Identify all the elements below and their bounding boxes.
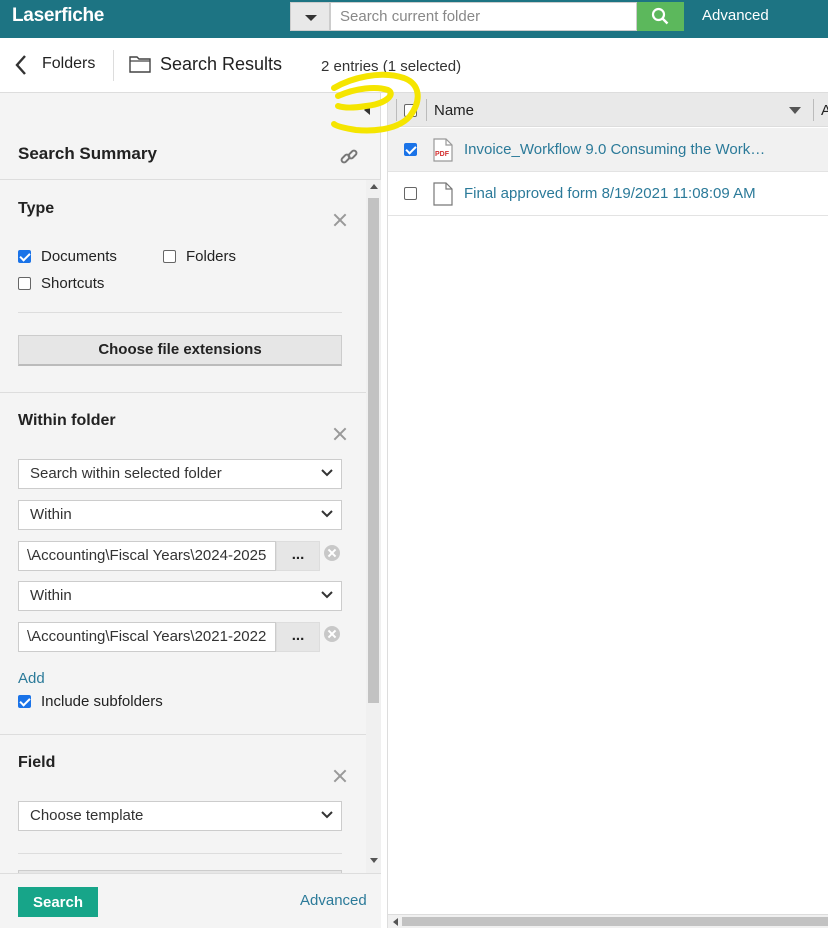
clear-icon[interactable]: [324, 545, 340, 561]
scroll-left-icon[interactable]: [393, 918, 398, 926]
add-folder-link[interactable]: Add: [18, 670, 45, 687]
condition-value: Within: [30, 506, 72, 523]
scroll-up-icon[interactable]: [370, 184, 378, 189]
laserfiche-logo[interactable]: Laserfiche: [12, 5, 104, 27]
search-button[interactable]: [637, 2, 684, 31]
summary-actions: Search Advanced: [0, 873, 381, 928]
column-divider: [813, 99, 814, 121]
type-section-title: Type: [18, 200, 55, 217]
link-icon[interactable]: [338, 146, 360, 168]
scroll-down-icon[interactable]: [370, 858, 378, 863]
page-title: Search Results: [160, 54, 283, 74]
select-all-checkbox[interactable]: [404, 104, 417, 117]
horizontal-scrollbar[interactable]: [388, 914, 828, 928]
condition-value: Within: [30, 587, 72, 604]
folders-checkbox[interactable]: [163, 250, 176, 263]
advanced-link[interactable]: Advanced: [300, 892, 367, 909]
chevron-down-icon: [321, 510, 333, 518]
close-icon[interactable]: [332, 212, 348, 228]
file-name-link[interactable]: Final approved form 8/19/2021 11:08:09 A…: [464, 185, 756, 202]
entries-count: 2 entries (1 selected): [321, 58, 462, 75]
include-subfolders-label: Include subfolders: [41, 693, 163, 710]
chevron-down-icon: [321, 591, 333, 599]
caret-down-icon: [305, 15, 317, 21]
search-input[interactable]: [330, 2, 637, 31]
results-grid: Name A PDF Invoice_Workflow 9.0 Consumin…: [387, 93, 828, 928]
table-row[interactable]: Final approved form 8/19/2021 11:08:09 A…: [388, 172, 828, 216]
row-checkbox[interactable]: [404, 187, 417, 200]
close-icon[interactable]: [332, 768, 348, 784]
documents-label: Documents: [41, 248, 117, 265]
shortcuts-checkbox[interactable]: [18, 277, 31, 290]
table-row[interactable]: PDF Invoice_Workflow 9.0 Consuming the W…: [388, 128, 828, 172]
name-column-header[interactable]: Name: [434, 102, 474, 119]
sort-icon[interactable]: [789, 107, 801, 114]
summary-title: Search Summary: [18, 144, 157, 163]
search-scope-dropdown[interactable]: [290, 2, 330, 31]
document-icon: [433, 182, 453, 206]
chevron-down-icon: [321, 811, 333, 819]
search-icon: [651, 7, 669, 25]
documents-checkbox[interactable]: [18, 250, 31, 263]
pdf-icon: PDF: [433, 138, 453, 162]
next-column-header[interactable]: A: [821, 102, 828, 119]
search-summary-panel: Search Summary Type Documents Folders Sh…: [0, 93, 381, 928]
svg-text:PDF: PDF: [435, 151, 450, 158]
within-condition-select[interactable]: Within: [18, 581, 342, 611]
advanced-search-link[interactable]: Advanced: [702, 7, 769, 24]
chevron-down-icon: [321, 469, 333, 477]
folder-path-input[interactable]: \Accounting\Fiscal Years\2021-2022: [18, 622, 276, 652]
section-divider: [0, 734, 366, 735]
breadcrumb: Folders Search Results 2 entries (1 sele…: [0, 38, 828, 93]
clear-icon[interactable]: [324, 626, 340, 642]
folder-icon: [129, 56, 151, 73]
summary-scroll-area[interactable]: Type Documents Folders Shortcuts Choose …: [0, 180, 366, 873]
template-value: Choose template: [30, 807, 144, 824]
scrollbar-thumb[interactable]: [368, 198, 379, 703]
folder-scope-select[interactable]: Search within selected folder: [18, 459, 342, 489]
template-select[interactable]: Choose template: [18, 801, 342, 831]
browse-button[interactable]: ...: [276, 541, 320, 571]
divider: [18, 853, 342, 854]
run-search-button[interactable]: Search: [18, 887, 98, 917]
folder-path-input[interactable]: \Accounting\Fiscal Years\2024-2025: [18, 541, 276, 571]
shortcuts-label: Shortcuts: [41, 275, 105, 292]
file-name-link[interactable]: Invoice_Workflow 9.0 Consuming the Work…: [464, 141, 765, 158]
top-bar: Laserfiche Advanced: [0, 0, 828, 38]
divider: [18, 312, 342, 313]
section-divider: [0, 392, 366, 393]
collapse-panel-icon[interactable]: [364, 105, 370, 115]
column-divider: [426, 99, 427, 121]
close-icon[interactable]: [332, 426, 348, 442]
breadcrumb-divider: [113, 50, 114, 81]
include-subfolders-checkbox[interactable]: [18, 695, 31, 708]
field-section-title: Field: [18, 754, 56, 771]
chevron-left-icon[interactable]: [14, 54, 28, 76]
scrollbar-thumb[interactable]: [402, 917, 828, 926]
column-divider: [396, 99, 397, 121]
row-checkbox[interactable]: [404, 143, 417, 156]
within-condition-select[interactable]: Within: [18, 500, 342, 530]
grid-header: Name A: [388, 93, 828, 127]
vertical-scrollbar[interactable]: [366, 180, 381, 873]
browse-button[interactable]: ...: [276, 622, 320, 652]
within-folder-section-title: Within folder: [18, 412, 116, 429]
choose-file-extensions-button[interactable]: Choose file extensions: [18, 335, 342, 366]
folders-label: Folders: [186, 248, 237, 265]
folders-link[interactable]: Folders: [42, 55, 95, 73]
folder-scope-value: Search within selected folder: [30, 465, 222, 482]
